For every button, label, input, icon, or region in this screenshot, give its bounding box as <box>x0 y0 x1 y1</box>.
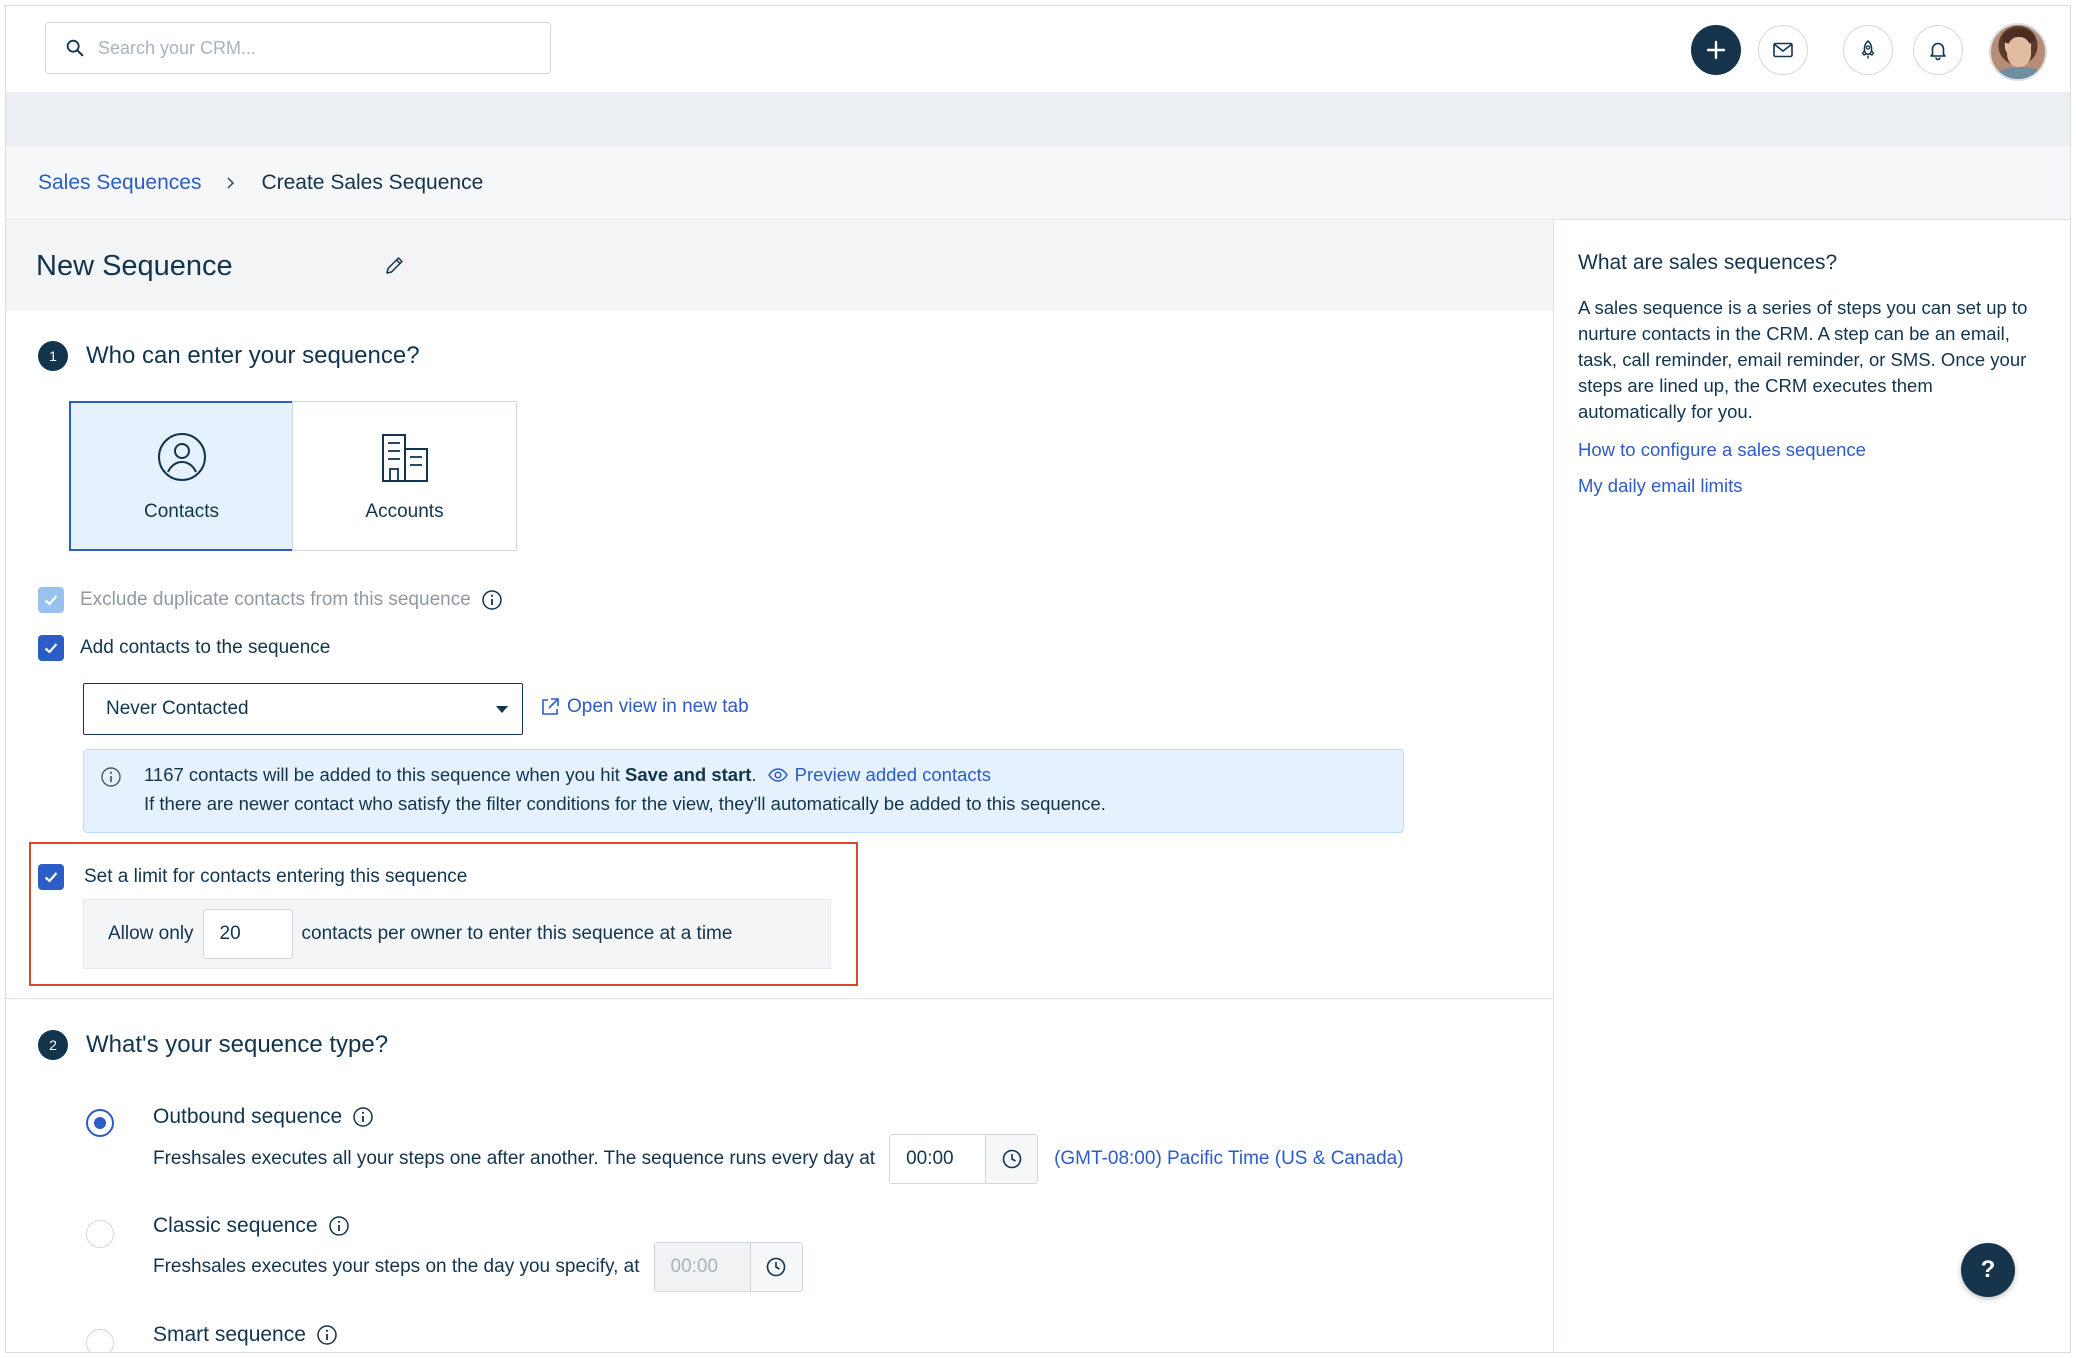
classic-sequence-desc-row: Freshsales executes your steps on the da… <box>153 1242 803 1292</box>
pencil-icon[interactable] <box>383 253 407 277</box>
outbound-sequence-desc-row: Freshsales executes all your steps one a… <box>153 1134 1404 1184</box>
classic-time-picker[interactable] <box>653 1242 803 1292</box>
contact-person-icon <box>157 433 206 481</box>
dropdown-caret-icon <box>496 706 508 713</box>
exclude-duplicates-row: Exclude duplicate contacts from this seq… <box>38 587 503 613</box>
entity-contacts-option[interactable]: Contacts <box>69 401 294 551</box>
smart-sequence-title: Smart sequence <box>153 1323 306 1346</box>
search-icon <box>66 39 84 57</box>
sequence-title-bar: New Sequence <box>6 221 1553 311</box>
limit-settings-box: Allow only contacts per owner to enter t… <box>83 899 831 969</box>
outbound-time-picker[interactable] <box>889 1134 1039 1184</box>
top-header <box>6 6 2070 92</box>
contacts-info-box: 1167 contacts will be added to this sequ… <box>83 749 1404 833</box>
section-2-title: What's your sequence type? <box>86 1031 389 1058</box>
breadcrumb-sales-sequences-link[interactable]: Sales Sequences <box>38 171 201 195</box>
exclude-duplicates-label: Exclude duplicate contacts from this seq… <box>80 589 471 610</box>
building-icon <box>381 434 428 482</box>
plus-icon <box>1706 40 1726 60</box>
eye-icon <box>767 768 788 782</box>
section-1-header: 1 Who can enter your sequence? <box>38 341 420 371</box>
add-new-button[interactable] <box>1691 25 1741 75</box>
open-view-link-text: Open view in new tab <box>567 696 749 717</box>
mail-button[interactable] <box>1758 25 1808 75</box>
outbound-sequence-title-row: Outbound sequence <box>153 1105 374 1129</box>
clock-icon <box>1002 1149 1021 1169</box>
set-limit-checkbox[interactable] <box>38 864 64 890</box>
search-box[interactable] <box>45 22 551 74</box>
entity-contacts-label: Contacts <box>144 501 219 522</box>
add-contacts-checkbox[interactable] <box>38 635 64 661</box>
clock-icon <box>766 1257 786 1277</box>
set-limit-label: Set a limit for contacts entering this s… <box>84 866 468 887</box>
app-frame: Sales Sequences Create Sales Sequence Ne… <box>5 5 2071 1353</box>
limit-prefix: Allow only <box>108 923 194 944</box>
getting-started-button[interactable] <box>1843 25 1893 75</box>
help-sidebar: What are sales sequences? A sales sequen… <box>1578 221 2058 497</box>
exclude-duplicates-checkbox[interactable] <box>38 587 64 613</box>
info-icon[interactable] <box>352 1106 374 1128</box>
classic-sequence-radio[interactable] <box>86 1220 114 1248</box>
clock-button[interactable] <box>985 1135 1038 1183</box>
header-band <box>6 92 2070 146</box>
bell-icon <box>1930 42 1946 61</box>
section-2-header: 2 What's your sequence type? <box>38 1030 388 1060</box>
external-link-icon <box>542 698 559 715</box>
check-icon <box>44 872 58 883</box>
info-period: . <box>751 764 757 785</box>
smart-sequence-title-row: Smart sequence <box>153 1323 338 1347</box>
view-select-value: Never Contacted <box>106 698 249 719</box>
entity-accounts-option[interactable]: Accounts <box>292 401 517 551</box>
preview-added-contacts-link[interactable]: Preview added contacts <box>767 764 991 786</box>
chevron-right-icon <box>227 176 235 189</box>
limit-count-input[interactable] <box>202 909 293 959</box>
check-icon <box>44 643 58 654</box>
info-icon[interactable] <box>328 1215 350 1237</box>
info-count-text: 1167 contacts will be added to this sequ… <box>144 764 620 785</box>
breadcrumb: Sales Sequences Create Sales Sequence <box>6 146 2070 220</box>
configure-sequence-link[interactable]: How to configure a sales sequence <box>1578 439 2058 461</box>
view-select[interactable]: Never Contacted <box>83 683 523 735</box>
avatar[interactable] <box>1989 23 2047 81</box>
classic-sequence-title-row: Classic sequence <box>153 1214 350 1238</box>
section-1-number: 1 <box>38 341 68 371</box>
smart-sequence-radio[interactable] <box>86 1329 114 1352</box>
classic-sequence-title: Classic sequence <box>153 1214 318 1237</box>
info-bold-text: Save and start <box>624 764 752 785</box>
section-2-number: 2 <box>38 1030 68 1060</box>
open-view-new-tab-link[interactable]: Open view in new tab <box>539 696 749 718</box>
outbound-time-input[interactable] <box>890 1135 986 1183</box>
rocket-icon <box>1861 40 1875 59</box>
sidebar-body: A sales sequence is a series of steps yo… <box>1578 297 2028 422</box>
mail-icon <box>1773 42 1793 58</box>
section-1-title: Who can enter your sequence? <box>86 342 420 369</box>
entity-accounts-label: Accounts <box>365 501 444 522</box>
check-icon <box>44 595 58 606</box>
notifications-button[interactable] <box>1913 25 1963 75</box>
timezone-link[interactable]: (GMT-08:00) Pacific Time (US & Canada) <box>1054 1148 1404 1170</box>
info-icon <box>101 767 121 787</box>
limit-suffix: contacts per owner to enter this sequenc… <box>301 923 733 944</box>
set-limit-row: Set a limit for contacts entering this s… <box>38 864 467 890</box>
info-icon[interactable] <box>316 1324 338 1346</box>
daily-email-limits-link[interactable]: My daily email limits <box>1578 475 2058 497</box>
breadcrumb-current: Create Sales Sequence <box>261 170 484 194</box>
add-contacts-row: Add contacts to the sequence <box>38 635 330 661</box>
preview-link-text: Preview added contacts <box>794 764 992 785</box>
help-button[interactable]: ? <box>1961 1243 2015 1297</box>
outbound-sequence-title: Outbound sequence <box>153 1105 343 1128</box>
info-icon[interactable] <box>481 589 503 611</box>
search-input[interactable] <box>98 37 518 59</box>
info-line-2: If there are newer contact who satisfy t… <box>144 793 1106 814</box>
add-contacts-label: Add contacts to the sequence <box>80 637 331 658</box>
section-divider <box>6 998 1554 999</box>
classic-sequence-desc: Freshsales executes your steps on the da… <box>153 1256 640 1277</box>
outbound-sequence-radio[interactable] <box>86 1109 114 1137</box>
classic-time-input[interactable] <box>654 1243 750 1291</box>
sidebar-title: What are sales sequences? <box>1578 251 1838 274</box>
outbound-sequence-desc: Freshsales executes all your steps one a… <box>153 1148 876 1169</box>
sequence-title: New Sequence <box>36 249 233 282</box>
clock-button[interactable] <box>749 1243 802 1291</box>
info-line-1: 1167 contacts will be added to this sequ… <box>144 764 991 786</box>
